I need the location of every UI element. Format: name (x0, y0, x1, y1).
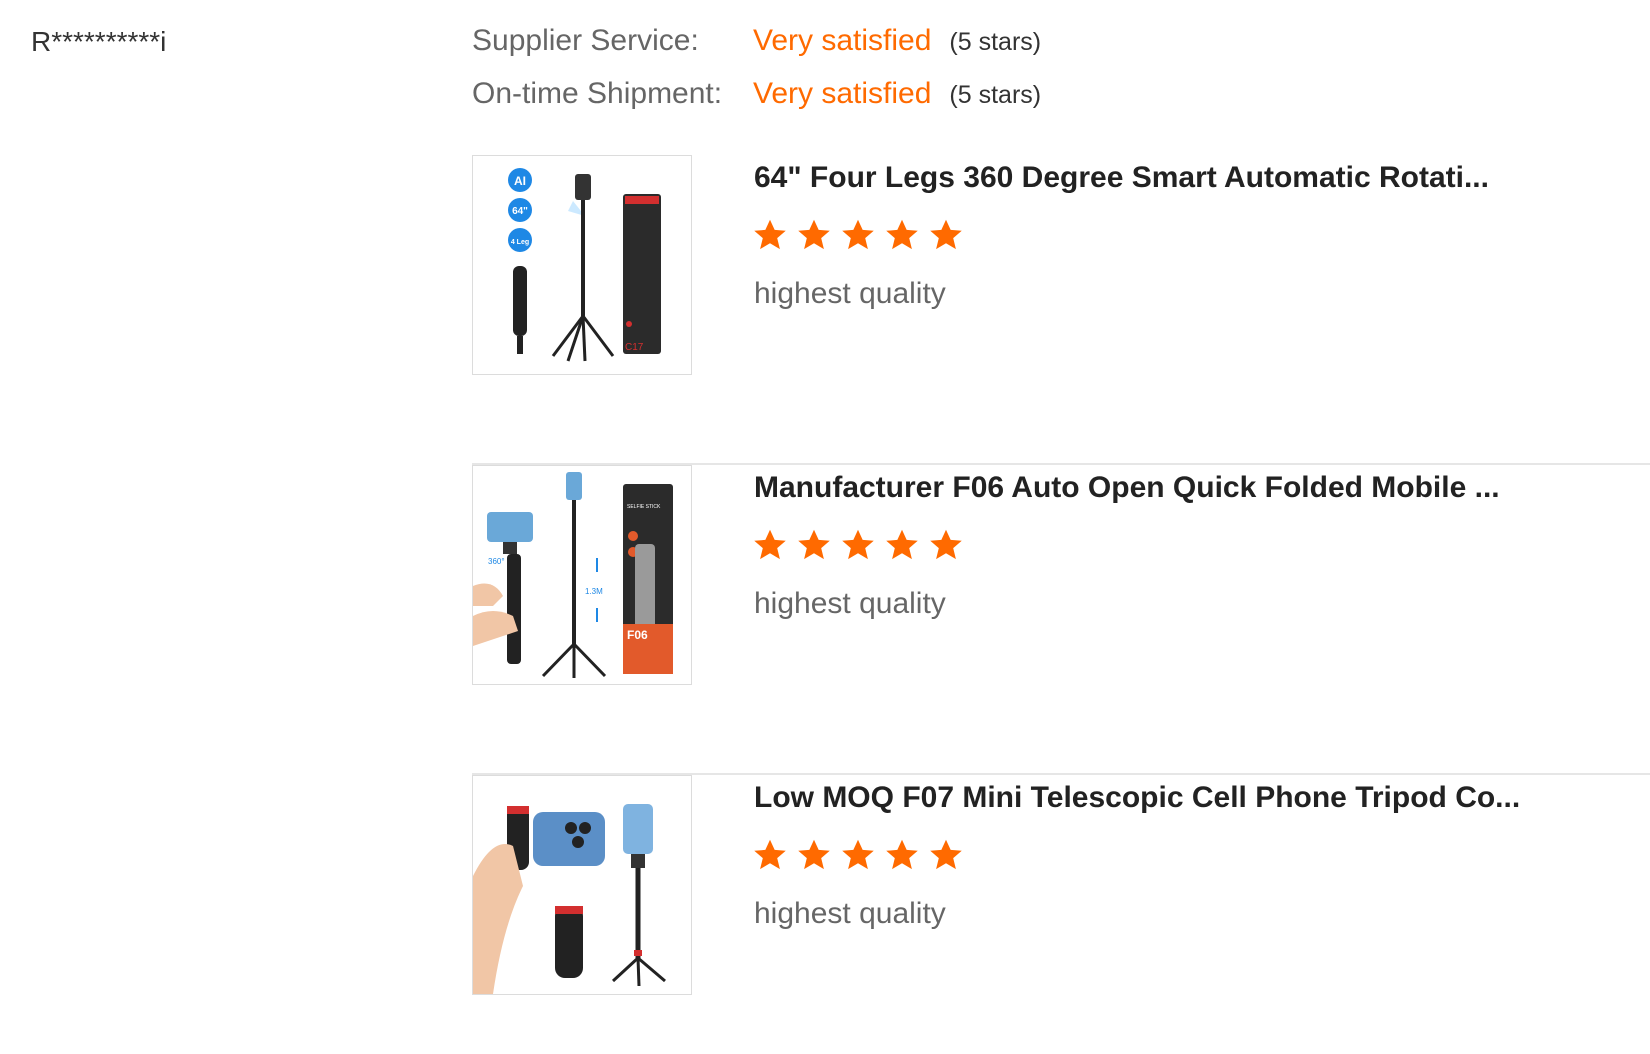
tripod-product-image[interactable]: AI 64" 4 Leg C17 (472, 155, 692, 375)
rating-row-on-time-shipment: On-time Shipment: Very satisfied (5 star… (472, 77, 1041, 130)
thumb-badge-ai: AI (514, 174, 526, 188)
star-icon (754, 219, 786, 250)
product-rating-stars (752, 837, 964, 873)
star-icon (930, 839, 962, 870)
thumb-box-model: F06 (627, 628, 648, 642)
product-title[interactable]: Low MOQ F07 Mini Telescopic Cell Phone T… (754, 781, 1634, 815)
star-icon (798, 839, 830, 870)
product-review-item: Low MOQ F07 Mini Telescopic Cell Phone T… (472, 775, 1650, 1005)
thumb-label-height: 1.3M (585, 587, 603, 596)
star-icon (886, 839, 918, 870)
rating-stars-text: (5 stars) (949, 28, 1042, 56)
rating-value: Very satisfied (753, 24, 932, 57)
product-review-item: AI 64" 4 Leg C17 64" Four Legs 360 Degre… (472, 155, 1650, 465)
star-icon (842, 529, 874, 560)
thumb-box-text: SELFIE STICK (627, 504, 661, 510)
star-icon (886, 219, 918, 250)
star-icon (842, 839, 874, 870)
product-title[interactable]: Manufacturer F06 Auto Open Quick Folded … (754, 471, 1634, 505)
product-rating-stars (752, 217, 964, 253)
star-icon (798, 219, 830, 250)
thumb-box-label: C17 (625, 342, 644, 353)
rating-value: Very satisfied (753, 77, 932, 110)
supplier-ratings: Supplier Service: Very satisfied (5 star… (472, 24, 1041, 130)
review-comment: highest quality (754, 277, 946, 310)
star-icon (798, 529, 830, 560)
product-title[interactable]: 64" Four Legs 360 Degree Smart Automatic… (754, 161, 1634, 195)
rating-row-supplier-service: Supplier Service: Very satisfied (5 star… (472, 24, 1041, 77)
star-icon (930, 529, 962, 560)
star-icon (842, 219, 874, 250)
star-icon (930, 219, 962, 250)
rating-stars-text: (5 stars) (949, 81, 1042, 109)
star-icon (886, 529, 918, 560)
star-icon (754, 839, 786, 870)
product-review-item: 360° 1.3M SELFIE STICK F06 Manufacturer … (472, 465, 1650, 775)
rating-label: Supplier Service: (472, 24, 699, 57)
star-icon (754, 529, 786, 560)
selfie-stick-product-image[interactable]: 360° 1.3M SELFIE STICK F06 (472, 465, 692, 685)
review-comment: highest quality (754, 587, 946, 620)
thumb-badge-legs: 4 Leg (511, 239, 529, 246)
thumb-badge-size: 64" (512, 206, 528, 217)
mini-tripod-product-image[interactable] (472, 775, 692, 995)
thumb-label-rotation: 360° (488, 557, 505, 566)
rating-label: On-time Shipment: (472, 77, 723, 110)
reviewer-name: R**********i (31, 26, 167, 57)
review-card: R**********i Supplier Service: Very sati… (0, 0, 1650, 1054)
product-rating-stars (752, 527, 964, 563)
review-comment: highest quality (754, 897, 946, 930)
